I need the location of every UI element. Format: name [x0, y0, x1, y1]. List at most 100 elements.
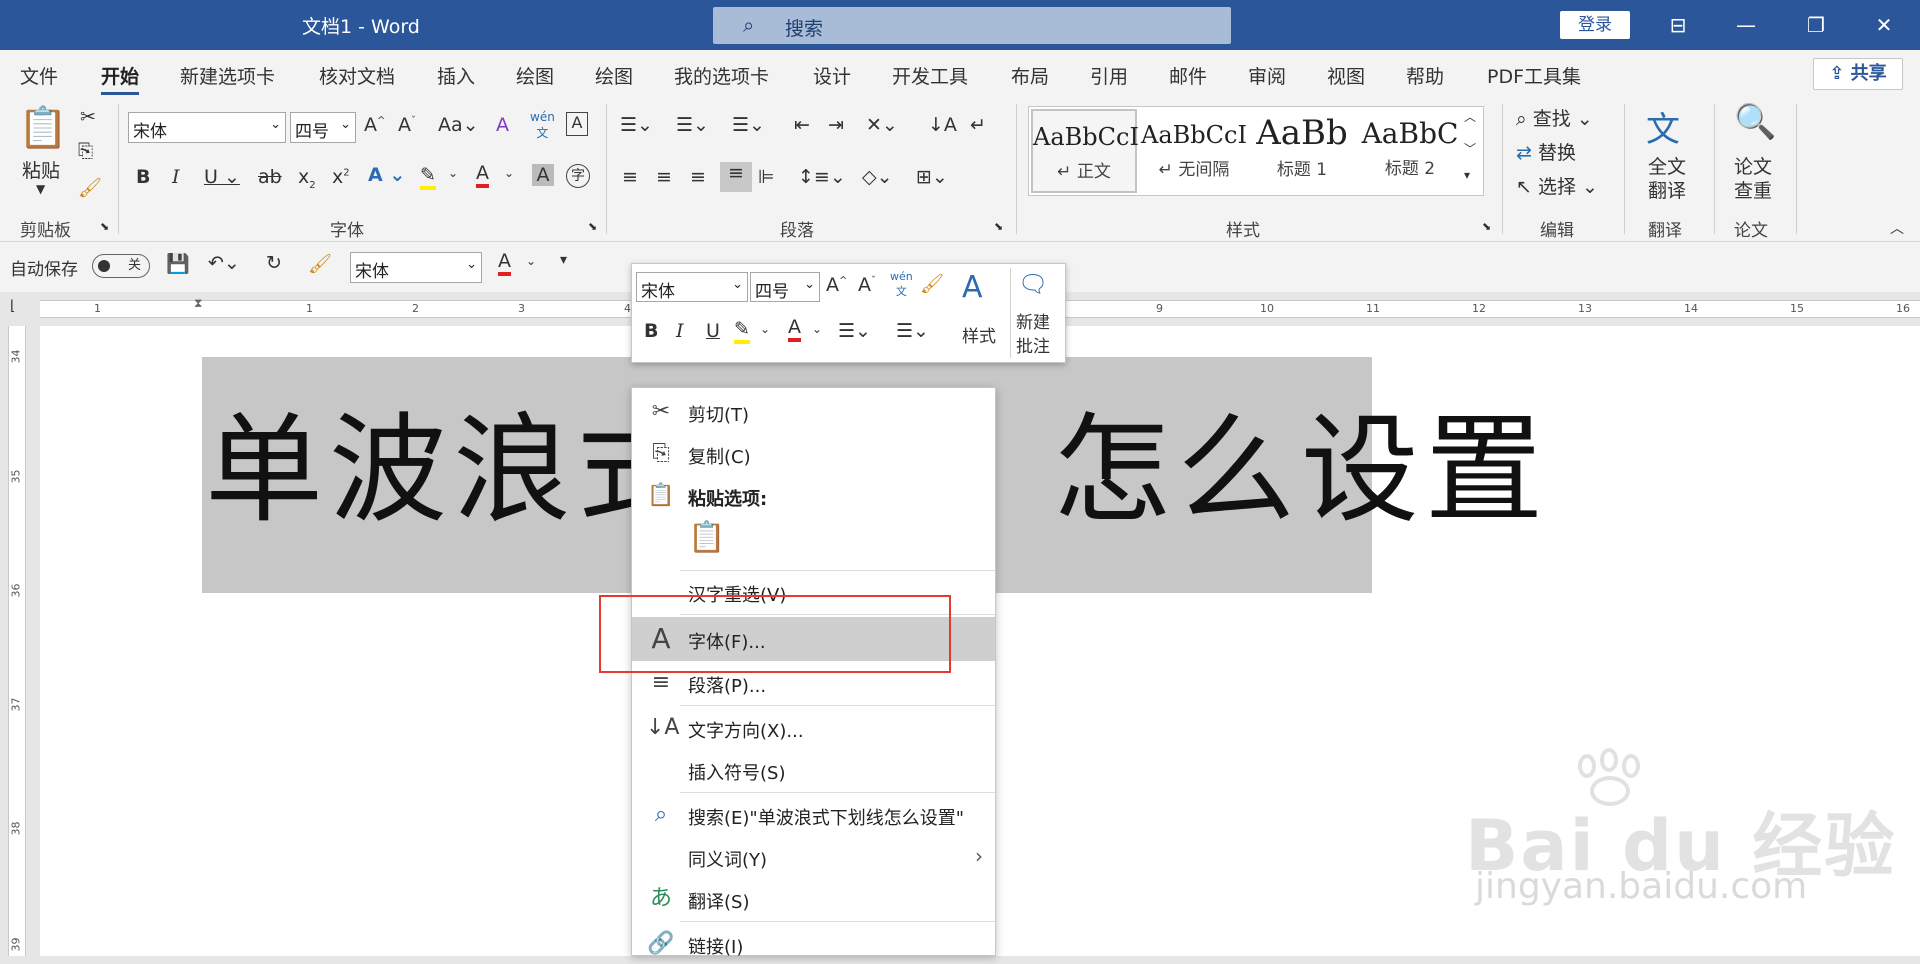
tab-view[interactable]: 视图	[1327, 62, 1365, 89]
format-painter-icon[interactable]: 🖌	[308, 252, 332, 275]
format-painter-icon[interactable]: 🖌	[920, 272, 944, 295]
style-heading-1[interactable]: AaBb 标题 1	[1249, 109, 1355, 193]
subscript-icon[interactable]: x2	[298, 166, 316, 191]
dialog-launcher-icon[interactable]: ⬊	[994, 220, 1003, 233]
shrink-font-icon[interactable]: Aˇ	[858, 274, 876, 296]
bold-icon[interactable]: B	[644, 320, 658, 342]
copy-icon[interactable]: ⎘	[78, 140, 93, 162]
bold-icon[interactable]: B	[136, 166, 150, 188]
tab-new-tab[interactable]: 新建选项卡	[180, 62, 275, 89]
full-translate-button[interactable]: 全文	[1648, 152, 1686, 179]
shrink-font-icon[interactable]: Aˇ	[398, 114, 416, 136]
tab-layout[interactable]: 布局	[1011, 62, 1049, 89]
style-normal[interactable]: AaBbCcI ↵ 正文	[1031, 109, 1139, 193]
tab-draw[interactable]: 绘图	[516, 62, 554, 89]
phonetic-guide-icon[interactable]: wén 文	[890, 270, 913, 299]
tab-mailings[interactable]: 邮件	[1169, 62, 1207, 89]
share-button[interactable]: ⇪ 共享	[1813, 58, 1903, 90]
mini-size-combo[interactable]: 四号 ⌄	[750, 272, 820, 302]
paste-icon[interactable]: 📋	[18, 104, 68, 151]
tab-stop-icon[interactable]: ⌊	[10, 298, 15, 314]
autosave-toggle[interactable]: 关	[92, 254, 150, 278]
chevron-down-icon[interactable]: ⌄	[526, 254, 536, 268]
strikethrough-icon[interactable]: ab	[258, 166, 282, 188]
increase-indent-icon[interactable]: ⇥	[828, 114, 844, 136]
highlight-icon[interactable]: ✎	[734, 318, 750, 344]
menu-item-text-direction[interactable]: ↓A 文字方向(X)...	[632, 708, 995, 748]
bullets-icon[interactable]: ☰⌄	[620, 114, 653, 136]
sort-icon[interactable]: ↓A	[928, 114, 957, 136]
dialog-launcher-icon[interactable]: ⬊	[100, 220, 109, 233]
format-painter-icon[interactable]: 🖌	[78, 176, 102, 199]
new-comment-label[interactable]: 批注	[1016, 332, 1050, 357]
enclose-characters-icon[interactable]: 字	[566, 164, 590, 188]
chevron-down-icon[interactable]: ⌄	[504, 166, 514, 180]
align-left-icon[interactable]: ≡	[622, 166, 638, 188]
chinese-layout-icon[interactable]: ✕⌄	[866, 114, 898, 136]
font-color-icon[interactable]: A	[476, 162, 489, 188]
decrease-indent-icon[interactable]: ⇤	[794, 114, 810, 136]
font-name-combo[interactable]: 宋体 ⌄	[128, 112, 286, 143]
distributed-icon[interactable]: ⊫	[758, 166, 775, 188]
qat-font-combo[interactable]: 宋体 ⌄	[350, 252, 482, 283]
menu-item-translate[interactable]: あ翻译(S)	[632, 879, 995, 919]
scroll-down-icon[interactable]: ﹀	[1464, 140, 1476, 157]
italic-icon[interactable]: I	[172, 166, 180, 188]
paper-check-button[interactable]: 论文	[1734, 152, 1772, 179]
grow-font-icon[interactable]: A^	[364, 114, 385, 136]
cut-icon[interactable]: ✂	[80, 106, 96, 128]
underline-icon[interactable]: U	[706, 320, 720, 342]
character-border-icon[interactable]: A	[566, 112, 588, 136]
close-icon[interactable]: ✕	[1864, 10, 1904, 40]
paper-check-icon[interactable]: 🔍	[1734, 102, 1776, 142]
grow-font-icon[interactable]: A^	[826, 274, 847, 296]
collapse-ribbon-icon[interactable]: ︿	[1890, 218, 1904, 238]
borders-icon[interactable]: ⊞⌄	[916, 166, 948, 188]
tab-home[interactable]: 开始	[101, 62, 140, 95]
translate-icon[interactable]: 文	[1646, 102, 1680, 151]
menu-item-link[interactable]: 🔗 链接(I)	[632, 924, 995, 964]
character-shading-icon[interactable]: A	[532, 164, 554, 186]
tab-my-tab[interactable]: 我的选项卡	[674, 62, 769, 89]
bullets-icon[interactable]: ☰⌄	[838, 320, 871, 342]
tab-check-doc[interactable]: 核对文档	[319, 62, 395, 89]
more-styles-icon[interactable]: ▾	[1464, 168, 1470, 182]
indent-marker-icon[interactable]: ⧗	[194, 296, 202, 311]
multilevel-list-icon[interactable]: ☰⌄	[732, 114, 765, 136]
full-translate-label[interactable]: 翻译	[1648, 176, 1686, 203]
ribbon-display-options-icon[interactable]: ⊟	[1658, 10, 1698, 40]
chevron-down-icon[interactable]: ⌄	[812, 322, 822, 336]
superscript-icon[interactable]: x2	[332, 166, 350, 188]
mini-font-combo[interactable]: 宋体 ⌄	[636, 272, 748, 302]
mini-styles-button[interactable]: 样式	[962, 322, 996, 347]
find-button[interactable]: ⌕ 查找 ⌄	[1516, 104, 1593, 131]
show-hide-marks-icon[interactable]: ↵	[970, 114, 986, 136]
paste-button[interactable]: 粘贴	[22, 156, 60, 183]
style-heading-2[interactable]: AaBbC 标题 2	[1357, 109, 1463, 193]
menu-item-insert-symbol[interactable]: 插入符号(S)	[632, 750, 995, 790]
change-case-icon[interactable]: Aa⌄	[438, 114, 479, 136]
highlight-icon[interactable]: ✎	[420, 164, 436, 190]
scroll-up-icon[interactable]: ︿	[1464, 108, 1476, 125]
font-color-icon[interactable]: A	[788, 316, 801, 342]
tab-insert[interactable]: 插入	[437, 62, 475, 89]
line-spacing-icon[interactable]: ↕≡⌄	[798, 166, 846, 188]
font-size-combo[interactable]: 四号 ⌄	[290, 112, 356, 143]
tab-review[interactable]: 审阅	[1248, 62, 1286, 89]
italic-icon[interactable]: I	[676, 320, 684, 342]
menu-item-cut[interactable]: ✂ 剪切(T)	[632, 392, 995, 432]
paste-dropdown-icon[interactable]: ▼	[36, 182, 45, 196]
customize-qat-icon[interactable]: ▾	[560, 252, 567, 268]
minimize-icon[interactable]: —	[1726, 10, 1766, 40]
restore-icon[interactable]: ❐	[1796, 10, 1836, 40]
menu-item-search[interactable]: ⌕ 搜索(E)"单波浪式下划线怎么设置"	[632, 795, 995, 835]
font-color-icon[interactable]: A	[498, 250, 511, 276]
numbering-icon[interactable]: ☰⌄	[896, 320, 929, 342]
new-comment-button[interactable]: 新建	[1016, 308, 1050, 333]
chevron-down-icon[interactable]: ⌄	[760, 322, 770, 336]
text-effects-icon[interactable]: A ⌄	[368, 164, 405, 186]
chevron-down-icon[interactable]: ⌄	[448, 166, 458, 180]
justify-icon[interactable]: ≡	[720, 162, 752, 192]
menu-item-keep-text-only[interactable]: 📋	[632, 518, 995, 566]
paper-check-label[interactable]: 查重	[1734, 176, 1772, 203]
